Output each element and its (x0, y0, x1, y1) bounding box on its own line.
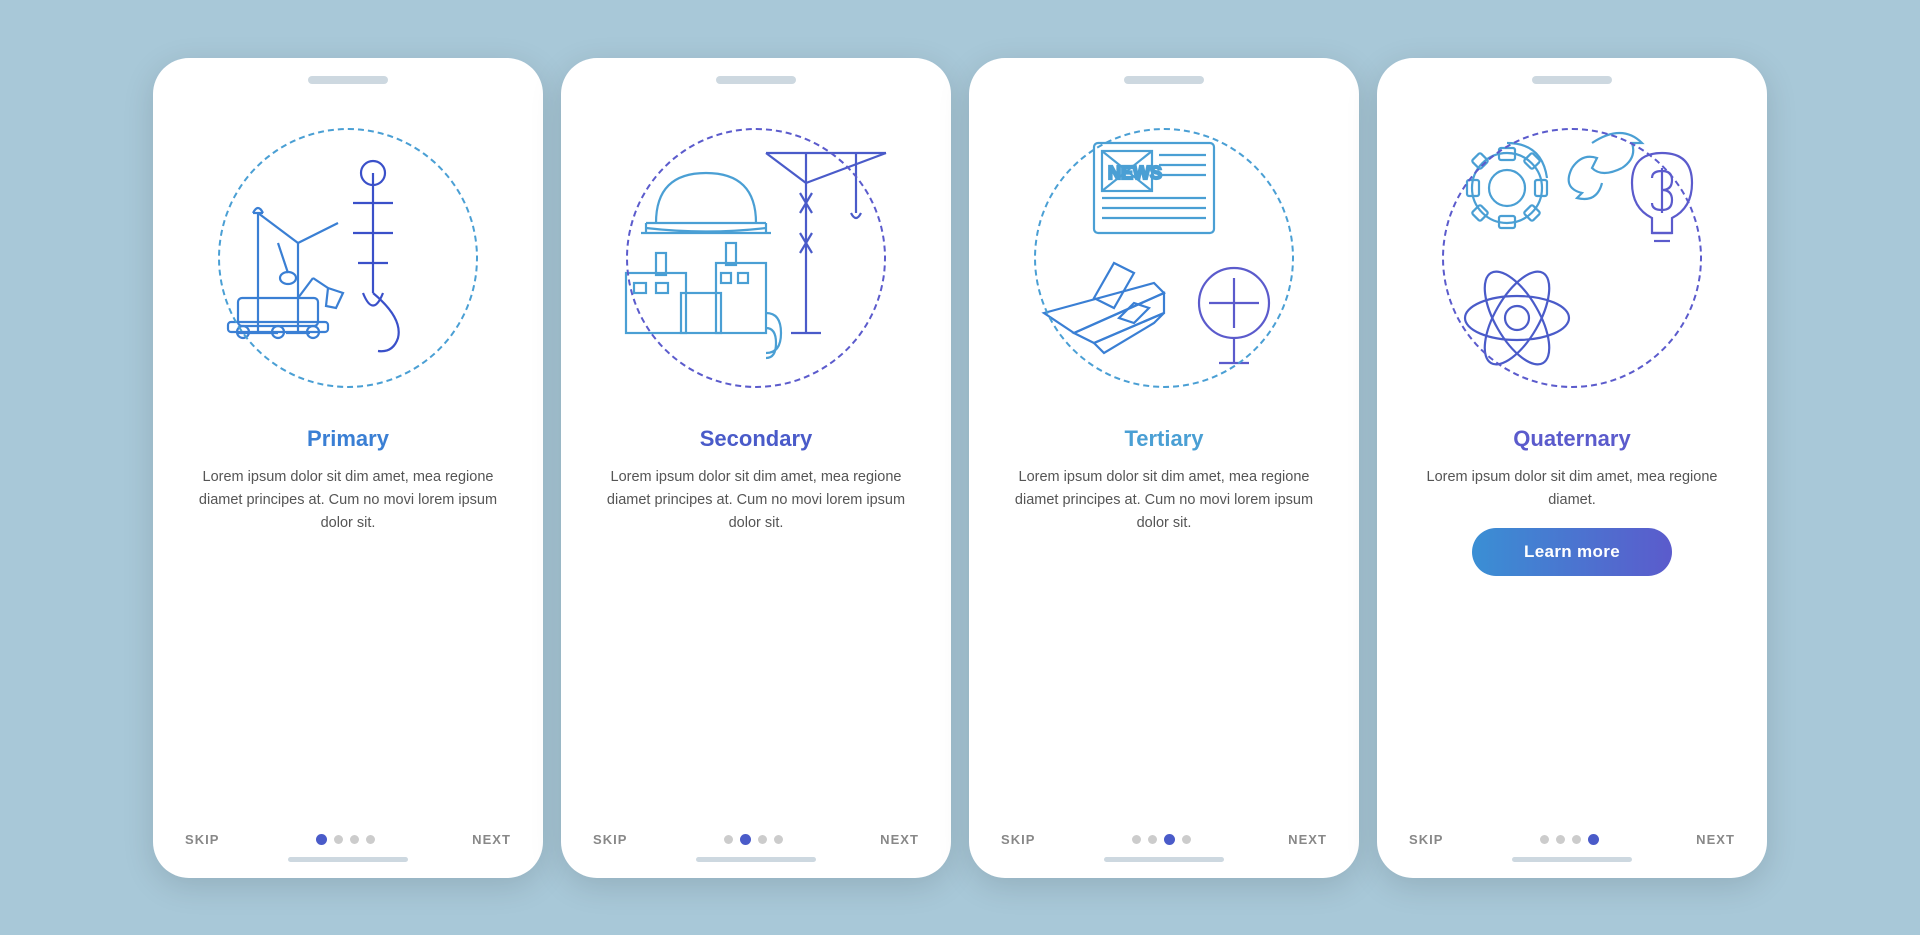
card-title-quaternary: Quaternary (1513, 426, 1630, 452)
skip-button-primary[interactable]: SKIP (185, 832, 220, 847)
card-footer-secondary: SKIP NEXT (561, 832, 951, 847)
dashed-circle (218, 128, 478, 388)
illustration-secondary (586, 98, 926, 418)
dots-primary (316, 834, 375, 845)
dots-quaternary (1540, 834, 1599, 845)
dot-1 (1132, 835, 1141, 844)
phone-card-secondary: Secondary Lorem ipsum dolor sit dim amet… (561, 58, 951, 878)
next-button-secondary[interactable]: NEXT (880, 832, 919, 847)
card-footer-quaternary: SKIP NEXT (1377, 832, 1767, 847)
next-button-primary[interactable]: NEXT (472, 832, 511, 847)
dot-2 (1556, 835, 1565, 844)
card-title-secondary: Secondary (700, 426, 813, 452)
dots-tertiary (1132, 834, 1191, 845)
phone-card-primary: Primary Lorem ipsum dolor sit dim amet, … (153, 58, 543, 878)
phone-bottom-bar (1104, 857, 1224, 862)
phone-notch (716, 76, 796, 84)
next-button-quaternary[interactable]: NEXT (1696, 832, 1735, 847)
dots-secondary (724, 834, 783, 845)
phone-bottom-bar (696, 857, 816, 862)
dot-4 (1588, 834, 1599, 845)
card-title-tertiary: Tertiary (1124, 426, 1203, 452)
phone-bottom-bar (1512, 857, 1632, 862)
dot-1 (316, 834, 327, 845)
illustration-tertiary: NEWS (994, 98, 1334, 418)
dot-2 (1148, 835, 1157, 844)
card-footer-tertiary: SKIP NEXT (969, 832, 1359, 847)
dot-2 (740, 834, 751, 845)
phone-card-tertiary: NEWS (969, 58, 1359, 878)
learn-more-button[interactable]: Learn more (1472, 528, 1672, 576)
dot-4 (366, 835, 375, 844)
illustration-quaternary (1402, 98, 1742, 418)
illustration-primary (178, 98, 518, 418)
card-body-tertiary: Lorem ipsum dolor sit dim amet, mea regi… (969, 466, 1359, 536)
card-body-primary: Lorem ipsum dolor sit dim amet, mea regi… (153, 466, 543, 536)
phone-notch (1124, 76, 1204, 84)
skip-button-tertiary[interactable]: SKIP (1001, 832, 1036, 847)
next-button-tertiary[interactable]: NEXT (1288, 832, 1327, 847)
skip-button-quaternary[interactable]: SKIP (1409, 832, 1444, 847)
cards-container: Primary Lorem ipsum dolor sit dim amet, … (113, 18, 1807, 918)
phone-notch (308, 76, 388, 84)
card-footer-primary: SKIP NEXT (153, 832, 543, 847)
dot-1 (724, 835, 733, 844)
dot-1 (1540, 835, 1549, 844)
dot-4 (774, 835, 783, 844)
dot-3 (1164, 834, 1175, 845)
phone-bottom-bar (288, 857, 408, 862)
card-body-secondary: Lorem ipsum dolor sit dim amet, mea regi… (561, 466, 951, 536)
dot-2 (334, 835, 343, 844)
dot-3 (1572, 835, 1581, 844)
card-title-primary: Primary (307, 426, 389, 452)
phone-notch (1532, 76, 1612, 84)
dot-4 (1182, 835, 1191, 844)
dashed-circle (1034, 128, 1294, 388)
dot-3 (350, 835, 359, 844)
card-body-quaternary: Lorem ipsum dolor sit dim amet, mea regi… (1377, 466, 1767, 512)
dot-3 (758, 835, 767, 844)
dashed-circle (626, 128, 886, 388)
dashed-circle (1442, 128, 1702, 388)
skip-button-secondary[interactable]: SKIP (593, 832, 628, 847)
phone-card-quaternary: Quaternary Lorem ipsum dolor sit dim ame… (1377, 58, 1767, 878)
